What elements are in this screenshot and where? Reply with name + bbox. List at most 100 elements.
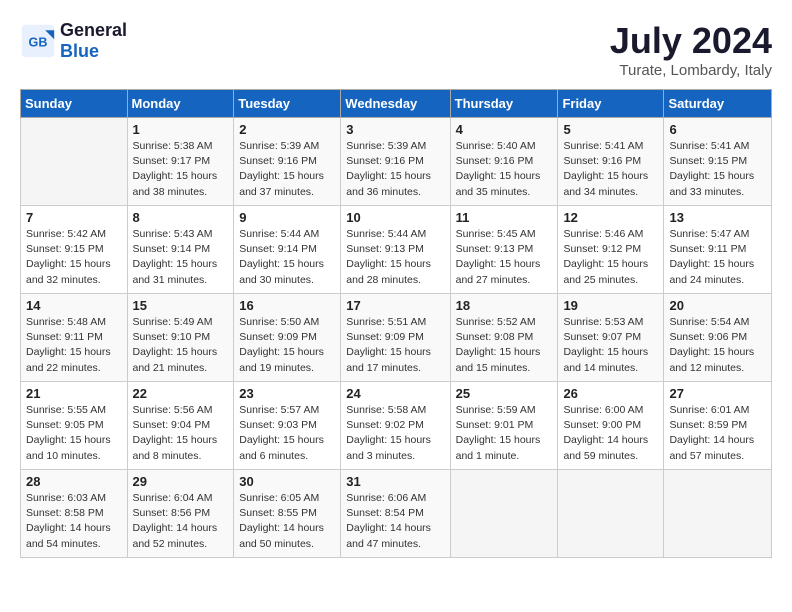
day-number: 7	[26, 210, 122, 225]
day-number: 16	[239, 298, 335, 313]
day-number: 20	[669, 298, 766, 313]
day-number: 30	[239, 474, 335, 489]
calendar-header-row: SundayMondayTuesdayWednesdayThursdayFrid…	[21, 90, 772, 118]
day-info: Sunrise: 5:51 AMSunset: 9:09 PMDaylight:…	[346, 315, 444, 376]
day-info: Sunrise: 5:54 AMSunset: 9:06 PMDaylight:…	[669, 315, 766, 376]
day-header-sunday: Sunday	[21, 90, 128, 118]
day-info: Sunrise: 5:45 AMSunset: 9:13 PMDaylight:…	[456, 227, 553, 288]
day-number: 1	[133, 122, 229, 137]
calendar-cell: 26 Sunrise: 6:00 AMSunset: 9:00 PMDayligh…	[558, 382, 664, 470]
calendar-cell: 14 Sunrise: 5:48 AMSunset: 9:11 PMDayligh…	[21, 294, 128, 382]
day-info: Sunrise: 5:53 AMSunset: 9:07 PMDaylight:…	[563, 315, 658, 376]
day-number: 13	[669, 210, 766, 225]
day-header-monday: Monday	[127, 90, 234, 118]
day-info: Sunrise: 5:49 AMSunset: 9:10 PMDaylight:…	[133, 315, 229, 376]
day-info: Sunrise: 5:41 AMSunset: 9:16 PMDaylight:…	[563, 139, 658, 200]
week-row-4: 21Sunrise: 5:55 AMSunset: 9:05 PMDayligh…	[21, 382, 772, 470]
day-info: Sunrise: 5:44 AMSunset: 9:14 PMDaylight:…	[239, 227, 335, 288]
calendar-cell: 30 Sunrise: 6:05 AMSunset: 8:55 PMDayligh…	[234, 470, 341, 558]
day-number: 5	[563, 122, 658, 137]
day-number: 18	[456, 298, 553, 313]
day-header-friday: Friday	[558, 90, 664, 118]
calendar-cell: 5 Sunrise: 5:41 AMSunset: 9:16 PMDaylight…	[558, 118, 664, 206]
day-info: Sunrise: 5:38 AMSunset: 9:17 PMDaylight:…	[133, 139, 229, 200]
calendar-cell: 15Sunrise: 5:49 AMSunset: 9:10 PMDayligh…	[127, 294, 234, 382]
day-number: 6	[669, 122, 766, 137]
day-number: 8	[133, 210, 229, 225]
calendar-table: SundayMondayTuesdayWednesdayThursdayFrid…	[20, 89, 772, 558]
day-number: 25	[456, 386, 553, 401]
calendar-cell: 1 Sunrise: 5:38 AMSunset: 9:17 PMDaylight…	[127, 118, 234, 206]
week-row-2: 7Sunrise: 5:42 AMSunset: 9:15 PMDaylight…	[21, 206, 772, 294]
day-header-saturday: Saturday	[664, 90, 772, 118]
calendar-cell: 7Sunrise: 5:42 AMSunset: 9:15 PMDaylight…	[21, 206, 128, 294]
calendar-cell: 24Sunrise: 5:58 AMSunset: 9:02 PMDayligh…	[341, 382, 450, 470]
day-info: Sunrise: 5:39 AMSunset: 9:16 PMDaylight:…	[239, 139, 335, 200]
day-number: 3	[346, 122, 444, 137]
day-number: 27	[669, 386, 766, 401]
day-header-wednesday: Wednesday	[341, 90, 450, 118]
day-number: 11	[456, 210, 553, 225]
day-number: 17	[346, 298, 444, 313]
day-info: Sunrise: 5:41 AMSunset: 9:15 PMDaylight:…	[669, 139, 766, 200]
calendar-cell: 23Sunrise: 5:57 AMSunset: 9:03 PMDayligh…	[234, 382, 341, 470]
calendar-cell: 16 Sunrise: 5:50 AMSunset: 9:09 PMDayligh…	[234, 294, 341, 382]
calendar-cell: 13 Sunrise: 5:47 AMSunset: 9:11 PMDayligh…	[664, 206, 772, 294]
day-info: Sunrise: 6:00 AMSunset: 9:00 PMDaylight:…	[563, 403, 658, 464]
day-info: Sunrise: 5:56 AMSunset: 9:04 PMDaylight:…	[133, 403, 229, 464]
day-number: 29	[133, 474, 229, 489]
day-info: Sunrise: 6:06 AMSunset: 8:54 PMDaylight:…	[346, 491, 444, 552]
day-info: Sunrise: 5:47 AMSunset: 9:11 PMDaylight:…	[669, 227, 766, 288]
week-row-1: 1 Sunrise: 5:38 AMSunset: 9:17 PMDaylight…	[21, 118, 772, 206]
calendar-cell: 4Sunrise: 5:40 AMSunset: 9:16 PMDaylight…	[450, 118, 558, 206]
calendar-cell: 12 Sunrise: 5:46 AMSunset: 9:12 PMDayligh…	[558, 206, 664, 294]
day-number: 2	[239, 122, 335, 137]
day-number: 23	[239, 386, 335, 401]
calendar-cell: 19 Sunrise: 5:53 AMSunset: 9:07 PMDayligh…	[558, 294, 664, 382]
logo-icon: GB	[20, 23, 56, 59]
day-number: 14	[26, 298, 122, 313]
calendar-cell: 29Sunrise: 6:04 AMSunset: 8:56 PMDayligh…	[127, 470, 234, 558]
calendar-cell	[21, 118, 128, 206]
day-info: Sunrise: 5:48 AMSunset: 9:11 PMDaylight:…	[26, 315, 122, 376]
day-info: Sunrise: 5:55 AMSunset: 9:05 PMDaylight:…	[26, 403, 122, 464]
calendar-cell: 8Sunrise: 5:43 AMSunset: 9:14 PMDaylight…	[127, 206, 234, 294]
calendar-cell: 27Sunrise: 6:01 AMSunset: 8:59 PMDayligh…	[664, 382, 772, 470]
day-info: Sunrise: 5:59 AMSunset: 9:01 PMDaylight:…	[456, 403, 553, 464]
week-row-5: 28Sunrise: 6:03 AMSunset: 8:58 PMDayligh…	[21, 470, 772, 558]
title-block: July 2024 Turate, Lombardy, Italy	[610, 20, 772, 79]
logo: GB General Blue	[20, 20, 127, 62]
page-header: GB General Blue July 2024 Turate, Lombar…	[20, 20, 772, 79]
calendar-cell: 18Sunrise: 5:52 AMSunset: 9:08 PMDayligh…	[450, 294, 558, 382]
day-info: Sunrise: 5:39 AMSunset: 9:16 PMDaylight:…	[346, 139, 444, 200]
calendar-cell: 22 Sunrise: 5:56 AMSunset: 9:04 PMDayligh…	[127, 382, 234, 470]
calendar-cell	[558, 470, 664, 558]
day-number: 10	[346, 210, 444, 225]
day-info: Sunrise: 5:44 AMSunset: 9:13 PMDaylight:…	[346, 227, 444, 288]
calendar-cell: 21Sunrise: 5:55 AMSunset: 9:05 PMDayligh…	[21, 382, 128, 470]
day-number: 12	[563, 210, 658, 225]
calendar-cell: 3 Sunrise: 5:39 AMSunset: 9:16 PMDaylight…	[341, 118, 450, 206]
day-info: Sunrise: 5:46 AMSunset: 9:12 PMDaylight:…	[563, 227, 658, 288]
calendar-cell	[450, 470, 558, 558]
day-number: 4	[456, 122, 553, 137]
day-number: 22	[133, 386, 229, 401]
day-info: Sunrise: 5:58 AMSunset: 9:02 PMDaylight:…	[346, 403, 444, 464]
calendar-cell: 10 Sunrise: 5:44 AMSunset: 9:13 PMDayligh…	[341, 206, 450, 294]
location: Turate, Lombardy, Italy	[610, 62, 772, 79]
day-number: 19	[563, 298, 658, 313]
day-number: 26	[563, 386, 658, 401]
month-year: July 2024	[610, 20, 772, 62]
calendar-cell: 20 Sunrise: 5:54 AMSunset: 9:06 PMDayligh…	[664, 294, 772, 382]
day-number: 9	[239, 210, 335, 225]
svg-text:GB: GB	[29, 35, 48, 49]
calendar-cell: 6 Sunrise: 5:41 AMSunset: 9:15 PMDaylight…	[664, 118, 772, 206]
day-info: Sunrise: 5:50 AMSunset: 9:09 PMDaylight:…	[239, 315, 335, 376]
calendar-cell: 9 Sunrise: 5:44 AMSunset: 9:14 PMDaylight…	[234, 206, 341, 294]
calendar-body: 1 Sunrise: 5:38 AMSunset: 9:17 PMDaylight…	[21, 118, 772, 558]
day-number: 28	[26, 474, 122, 489]
calendar-cell: 11 Sunrise: 5:45 AMSunset: 9:13 PMDayligh…	[450, 206, 558, 294]
day-info: Sunrise: 6:05 AMSunset: 8:55 PMDaylight:…	[239, 491, 335, 552]
calendar-cell: 2 Sunrise: 5:39 AMSunset: 9:16 PMDaylight…	[234, 118, 341, 206]
day-header-thursday: Thursday	[450, 90, 558, 118]
